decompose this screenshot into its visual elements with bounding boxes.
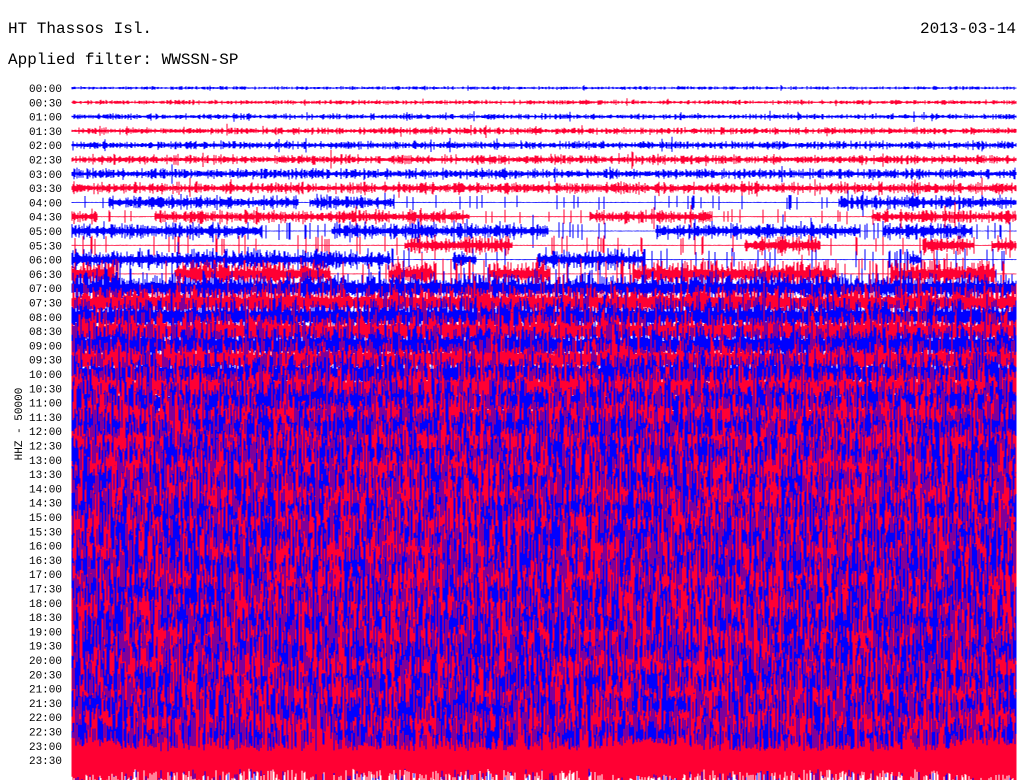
row-time-label: 09:30 <box>29 356 62 368</box>
row-time-label: 21:30 <box>29 699 62 711</box>
row-time-label: 15:00 <box>29 513 62 525</box>
row-time-label: 22:00 <box>29 713 62 725</box>
row-time-label: 21:00 <box>29 685 62 697</box>
row-time-label: 03:00 <box>29 170 62 182</box>
row-time-label: 08:00 <box>29 313 62 325</box>
row-time-label: 13:00 <box>29 456 62 468</box>
row-time-label: 22:30 <box>29 728 62 740</box>
trace-row-0030 <box>71 98 1017 107</box>
row-time-label: 04:00 <box>29 198 62 210</box>
row-time-label: 10:30 <box>29 384 62 396</box>
trace-row-0130 <box>71 123 1017 138</box>
trace-row-0300 <box>71 164 1017 184</box>
row-time-label: 11:00 <box>29 399 62 411</box>
row-time-label: 18:00 <box>29 599 62 611</box>
row-time-label: 15:30 <box>29 527 62 539</box>
row-time-label: 00:00 <box>29 84 62 96</box>
row-time-label: 17:30 <box>29 585 62 597</box>
trace-row-0500 <box>71 214 1017 248</box>
row-time-label: 06:00 <box>29 256 62 268</box>
row-time-label: 16:30 <box>29 556 62 568</box>
row-time-label: 10:00 <box>29 370 62 382</box>
row-time-label: 14:00 <box>29 484 62 496</box>
row-time-label: 23:30 <box>29 756 62 768</box>
row-time-label: 09:00 <box>29 341 62 353</box>
row-time-label: 05:30 <box>29 241 62 253</box>
row-time-label: 12:30 <box>29 442 62 454</box>
row-time-label: 20:30 <box>29 670 62 682</box>
row-time-label: 02:30 <box>29 156 62 168</box>
row-time-label: 02:00 <box>29 141 62 153</box>
helicorder-plot: 00:00 00:30 01:00 01:30 02:00 02:30 03:00 03:30… <box>29 84 1017 780</box>
row-time-label: 08:30 <box>29 327 62 339</box>
row-time-label: 18:30 <box>29 613 62 625</box>
row-time-label: 04:30 <box>29 213 62 225</box>
row-time-label: 00:30 <box>29 98 62 110</box>
trace-row-0230 <box>71 150 1017 169</box>
row-time-label: 06:30 <box>29 270 62 282</box>
trace-row-0330 <box>71 177 1017 199</box>
trace-row-0000 <box>71 85 1017 91</box>
row-time-label: 17:00 <box>29 570 62 582</box>
trace-row-0100 <box>71 110 1017 122</box>
row-time-label: 19:00 <box>29 627 62 639</box>
row-time-label: 23:00 <box>29 742 62 754</box>
row-time-label: 14:30 <box>29 499 62 511</box>
row-time-label: 13:30 <box>29 470 62 482</box>
row-time-label: 12:00 <box>29 427 62 439</box>
row-time-label: 05:00 <box>29 227 62 239</box>
row-time-label: 07:00 <box>29 284 62 296</box>
trace-row-0400 <box>71 190 1017 217</box>
row-time-label: 03:30 <box>29 184 62 196</box>
row-time-label: 07:30 <box>29 299 62 311</box>
row-time-label: 01:00 <box>29 113 62 125</box>
row-time-label: 20:00 <box>29 656 62 668</box>
row-time-label: 16:00 <box>29 542 62 554</box>
row-time-label: 11:30 <box>29 413 62 425</box>
trace-row-0200 <box>71 136 1017 153</box>
row-time-label: 19:30 <box>29 642 62 654</box>
row-time-label: 01:30 <box>29 127 62 139</box>
